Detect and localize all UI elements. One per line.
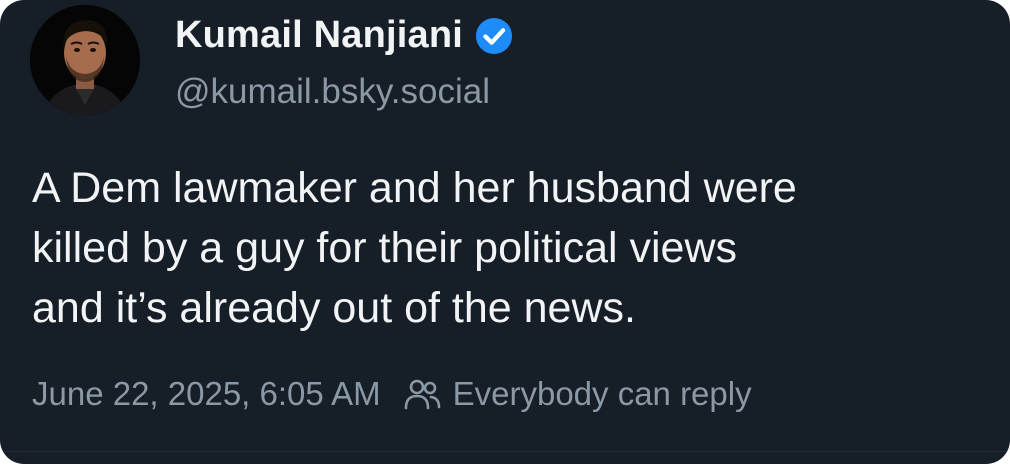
divider bbox=[0, 451, 1010, 452]
post-text-line: A Dem lawmaker and her husband were bbox=[32, 164, 797, 212]
author-display-name[interactable]: Kumail Nanjiani bbox=[175, 14, 463, 57]
post-card: Kumail Nanjiani @kumail.bsky.social A De… bbox=[0, 0, 1010, 464]
post-text: A Dem lawmaker and her husband were kill… bbox=[32, 158, 992, 338]
verified-badge-icon bbox=[476, 17, 513, 54]
post-text-line: and it’s already out of the news. bbox=[32, 284, 636, 332]
post-meta: June 22, 2025, 6:05 AM Everybody can rep… bbox=[32, 375, 752, 413]
author-handle[interactable]: @kumail.bsky.social bbox=[175, 72, 490, 112]
reply-setting: Everybody can reply bbox=[452, 375, 752, 412]
avatar[interactable] bbox=[30, 5, 140, 115]
post-text-line: killed by a guy for their political view… bbox=[32, 224, 738, 272]
post-timestamp[interactable]: June 22, 2025, 6:05 AM bbox=[32, 375, 381, 413]
profile-photo-avatar-icon bbox=[30, 5, 140, 115]
author-name-row[interactable]: Kumail Nanjiani bbox=[175, 14, 513, 57]
people-icon bbox=[404, 379, 440, 410]
